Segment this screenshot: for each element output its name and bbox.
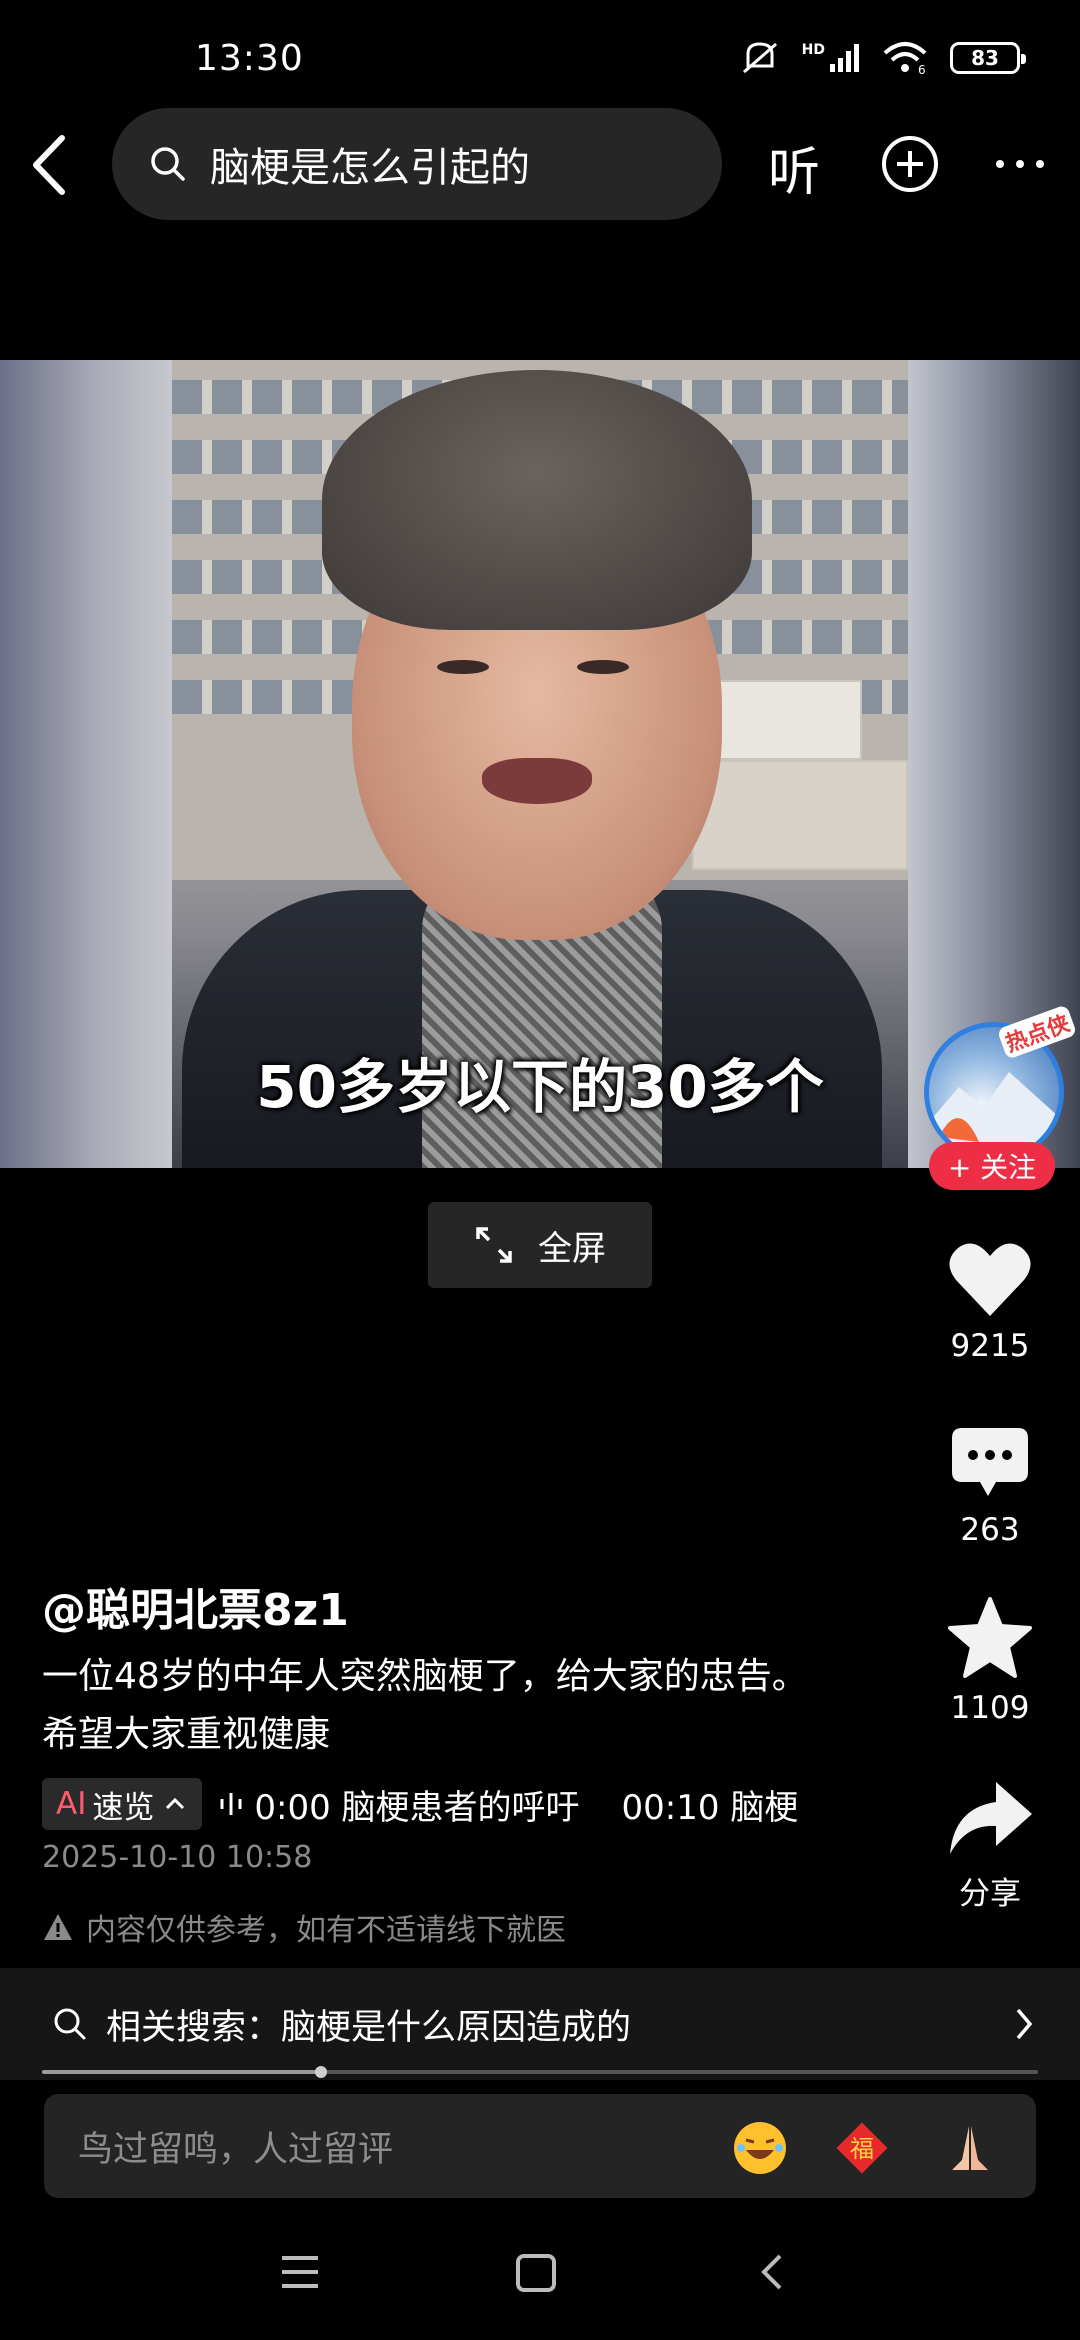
favorite-count: 1109 bbox=[950, 1690, 1030, 1726]
chapter-item[interactable]: 00:10 脑梗 bbox=[622, 1780, 799, 1829]
ai-summary-row[interactable]: AI 速览 0:00 脑梗患者的呼吁 00:10 脑梗 bbox=[42, 1778, 862, 1830]
signal-indicator: HD bbox=[802, 42, 860, 74]
post-description[interactable]: 一位48岁的中年人突然脑梗了，给大家的忠告。希望大家重视健康 bbox=[42, 1648, 842, 1764]
ai-summary-chip[interactable]: AI 速览 bbox=[42, 1778, 203, 1830]
video-blur-left bbox=[0, 360, 172, 1168]
video-progress-handle[interactable] bbox=[314, 2066, 327, 2078]
listen-button[interactable]: 听 bbox=[768, 130, 820, 205]
share-icon bbox=[950, 1782, 1032, 1854]
svg-text:6: 6 bbox=[918, 63, 926, 75]
battery-indicator: 83 bbox=[950, 42, 1026, 74]
video-frame: 50多岁以下的30多个 bbox=[172, 360, 908, 1168]
comment-count: 263 bbox=[960, 1512, 1020, 1548]
wifi-icon: 6 bbox=[883, 42, 927, 75]
network-type: HD bbox=[801, 42, 825, 58]
back-icon bbox=[33, 135, 65, 195]
share-label: 分享 bbox=[959, 1876, 1021, 1912]
comment-placeholder: 鸟过留鸣，人过留评 bbox=[78, 2129, 394, 2170]
comment-button[interactable]: 263 bbox=[934, 1424, 1046, 1548]
search-icon bbox=[151, 147, 185, 181]
fullscreen-label: 全屏 bbox=[538, 1228, 606, 1269]
search-query: 脑梗是怎么引起的 bbox=[210, 145, 530, 191]
star-icon bbox=[948, 1597, 1032, 1678]
chapter-item[interactable]: 0:00 脑梗患者的呼吁 bbox=[254, 1780, 579, 1829]
menu-icon[interactable] bbox=[278, 2252, 322, 2292]
follow-button[interactable]: + 关注 bbox=[929, 1142, 1055, 1190]
comment-input[interactable]: 鸟过留鸣，人过留评 福 bbox=[44, 2094, 1036, 2198]
building-sign bbox=[712, 680, 862, 760]
fu-emoji-icon[interactable]: 福 bbox=[834, 2120, 890, 2176]
disclaimer-text: 内容仅供参考，如有不适请线下就医 bbox=[86, 1913, 566, 1948]
warning-icon bbox=[44, 1914, 72, 1940]
signal-icon bbox=[830, 44, 859, 72]
share-button[interactable]: 分享 bbox=[934, 1778, 1046, 1913]
status-time: 13:30 bbox=[195, 38, 304, 79]
status-bar: 13:30 HD 6 83 bbox=[0, 0, 1080, 110]
video-subtitle: 50多岁以下的30多个 bbox=[256, 1053, 824, 1121]
system-nav-bar bbox=[0, 2220, 1080, 2340]
related-search[interactable]: 相关搜索：脑梗是什么原因造成的 bbox=[0, 1968, 1080, 2080]
expand-icon bbox=[476, 1227, 512, 1263]
ai-label: AI bbox=[56, 1786, 87, 1822]
chevron-up-icon bbox=[166, 1797, 185, 1810]
video-progress-fill bbox=[42, 2070, 321, 2074]
heart-icon bbox=[949, 1243, 1031, 1316]
ai-label-text: 速览 bbox=[92, 1789, 155, 1826]
svg-text:福: 福 bbox=[850, 2135, 874, 2163]
post-timestamp: 2025-10-10 10:58 bbox=[42, 1840, 313, 1875]
like-button[interactable]: 9215 bbox=[934, 1240, 1046, 1364]
comment-icon bbox=[952, 1428, 1028, 1496]
chevron-right-icon bbox=[1016, 2008, 1033, 2040]
search-input[interactable]: 脑梗是怎么引起的 bbox=[112, 108, 722, 220]
author-name[interactable]: @聪明北票8z1 bbox=[42, 1574, 349, 1638]
nav-back-icon[interactable] bbox=[756, 2252, 788, 2292]
pray-emoji-icon[interactable] bbox=[942, 2120, 998, 2176]
storefront bbox=[692, 760, 908, 870]
disclaimer: 内容仅供参考，如有不适请线下就医 bbox=[42, 1905, 566, 1949]
status-icons: HD 6 83 bbox=[740, 40, 1026, 76]
like-count: 9215 bbox=[950, 1328, 1030, 1364]
home-square-icon[interactable] bbox=[514, 2252, 558, 2294]
favorite-button[interactable]: 1109 bbox=[934, 1596, 1046, 1726]
more-icon bbox=[996, 160, 1044, 168]
mute-icon bbox=[742, 42, 777, 74]
search-icon bbox=[54, 2008, 86, 2040]
back-button[interactable] bbox=[22, 130, 82, 200]
related-search-text: 相关搜索：脑梗是什么原因造成的 bbox=[106, 2007, 632, 2048]
audio-wave-icon bbox=[220, 1793, 242, 1815]
video-player[interactable]: 50多岁以下的30多个 bbox=[0, 360, 1080, 1168]
add-button[interactable] bbox=[880, 134, 940, 194]
fullscreen-button[interactable]: 全屏 bbox=[428, 1202, 652, 1288]
add-circle-icon bbox=[882, 136, 938, 192]
top-bar: 脑梗是怎么引起的 听 bbox=[0, 108, 1080, 220]
video-progress-bar[interactable] bbox=[42, 2066, 1038, 2078]
laugh-emoji-icon[interactable] bbox=[732, 2120, 788, 2176]
person-hat bbox=[322, 370, 752, 630]
more-button[interactable] bbox=[990, 134, 1050, 194]
